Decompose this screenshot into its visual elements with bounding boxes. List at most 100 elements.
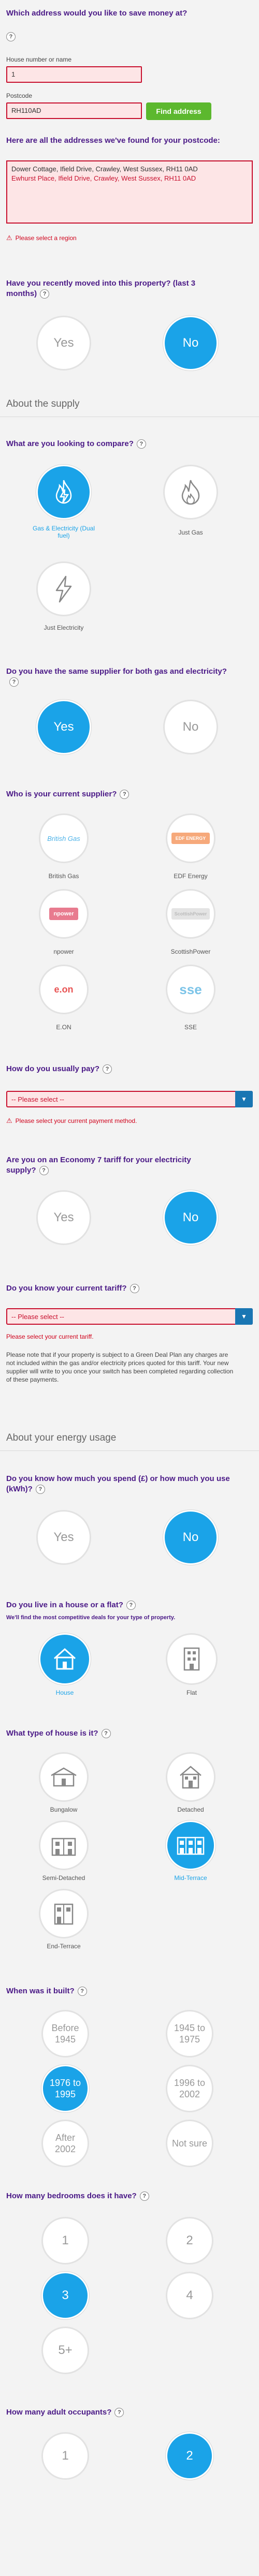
edf-label: EDF Energy: [174, 872, 208, 880]
scottishpower-label: ScottishPower: [170, 948, 211, 955]
help-icon[interactable]: ?: [136, 439, 146, 449]
spend-yes-button[interactable]: Yes: [36, 1510, 91, 1565]
built-1945-1975-option[interactable]: 1945 to 1975: [166, 2010, 213, 2057]
same-supplier-yes-button[interactable]: Yes: [36, 700, 91, 754]
tariff-question-text: Do you know your current tariff?: [6, 1284, 127, 1293]
built-1976-1995-option[interactable]: 1976 to 1995: [41, 2065, 89, 2112]
bungalow-option[interactable]: [39, 1752, 89, 1802]
scottishpower-option[interactable]: ScottishPower: [166, 889, 215, 939]
help-icon[interactable]: ?: [120, 790, 130, 800]
detached-option[interactable]: [166, 1752, 215, 1802]
npower-label: npower: [53, 948, 74, 955]
help-icon[interactable]: ?: [101, 1729, 111, 1739]
built-1996-2002-option[interactable]: 1996 to 2002: [166, 2065, 213, 2112]
tariff-select-value: -- Please select --: [11, 1313, 64, 1321]
occupants-question: How many adult occupants??: [6, 2407, 253, 2418]
moved-no-button[interactable]: No: [163, 316, 218, 371]
find-address-button[interactable]: Find address: [146, 102, 211, 120]
help-icon[interactable]: ?: [9, 677, 19, 687]
address-option[interactable]: Dower Cottage, Ifield Drive, Crawley, We…: [11, 165, 248, 174]
british-gas-option[interactable]: British Gas: [39, 813, 89, 863]
supplier-question: Who is your current supplier??: [6, 789, 253, 800]
built-not-sure-option[interactable]: Not sure: [166, 2120, 213, 2167]
address-option[interactable]: Ewhurst Place, Ifield Drive, Crawley, We…: [11, 174, 248, 183]
npower-option[interactable]: npower: [39, 889, 89, 939]
region-error: ⚠ Please select a region: [6, 234, 77, 242]
just-electricity-option[interactable]: [36, 561, 91, 616]
edf-logo: EDF ENERGY: [171, 833, 210, 844]
end-terrace-option[interactable]: [39, 1889, 89, 1938]
bedrooms-2-option[interactable]: 2: [166, 2217, 213, 2264]
sse-option[interactable]: sse: [166, 965, 215, 1014]
payment-select[interactable]: -- Please select -- ▼: [6, 1091, 253, 1107]
sse-label: SSE: [184, 1024, 197, 1031]
bungalow-label: Bungalow: [50, 1806, 78, 1813]
built-option-label: 1976 to 1995: [49, 2078, 81, 2099]
sse-logo: sse: [179, 981, 202, 997]
economy7-no-button[interactable]: No: [163, 1190, 218, 1245]
found-heading: Here are all the addresses we've found f…: [6, 136, 220, 145]
semi-detached-option[interactable]: [39, 1820, 89, 1870]
just-gas-label: Just Gas: [178, 529, 203, 536]
help-icon[interactable]: ?: [114, 2408, 124, 2418]
flat-option[interactable]: [166, 1633, 218, 1685]
bedrooms-5plus-option[interactable]: 5+: [41, 2327, 89, 2374]
end-terrace-label: End-Terrace: [47, 1943, 81, 1950]
same-supplier-question: Do you have the same supplier for both g…: [6, 667, 228, 687]
occupants-1-option[interactable]: 1: [41, 2432, 89, 2480]
flat-icon: [183, 1647, 200, 1671]
payment-question-text: How do you usually pay?: [6, 1064, 100, 1073]
bungalow-icon: [51, 1767, 77, 1787]
built-question-text: When was it built?: [6, 1987, 75, 1995]
help-icon[interactable]: ?: [126, 1601, 136, 1610]
house-number-input[interactable]: 1: [6, 66, 142, 83]
help-icon[interactable]: ?: [6, 32, 16, 41]
british-gas-label: British Gas: [48, 872, 79, 880]
supplier-question-text: Who is your current supplier?: [6, 790, 117, 798]
help-icon[interactable]: ?: [139, 2192, 149, 2201]
built-question: When was it built??: [6, 1986, 253, 1996]
bedrooms-3-option[interactable]: 3: [41, 2272, 89, 2319]
occupants-2-option[interactable]: 2: [166, 2432, 213, 2480]
help-icon[interactable]: ?: [35, 1485, 45, 1494]
bedrooms-4-option[interactable]: 4: [166, 2272, 213, 2319]
spend-no-button[interactable]: No: [163, 1510, 218, 1565]
address-list[interactable]: Dower Cottage, Ifield Drive, Crawley, We…: [6, 160, 253, 224]
house-flat-question-text: Do you live in a house or a flat?: [6, 1601, 123, 1609]
address-question-text: Which address would you like to save mon…: [6, 9, 188, 18]
help-icon[interactable]: ?: [77, 1987, 87, 1996]
bedrooms-1-option[interactable]: 1: [41, 2217, 89, 2264]
region-error-text: Please select a region: [15, 234, 77, 242]
same-supplier-no-button[interactable]: No: [163, 700, 218, 754]
payment-question: How do you usually pay??: [6, 1064, 253, 1074]
eon-option[interactable]: e.on: [39, 965, 89, 1014]
dual-fuel-option[interactable]: [36, 465, 91, 520]
moved-question: Have you recently moved into this proper…: [6, 278, 218, 299]
economy7-yes-button[interactable]: Yes: [36, 1190, 91, 1245]
just-electricity-label: Just Electricity: [44, 624, 84, 631]
edf-option[interactable]: EDF ENERGY: [166, 813, 215, 863]
warning-icon: ⚠: [6, 234, 12, 242]
help-icon[interactable]: ?: [39, 1166, 49, 1176]
just-gas-option[interactable]: [163, 465, 218, 520]
house-label: House number or name: [6, 56, 72, 63]
eon-label: E.ON: [56, 1024, 71, 1031]
house-option[interactable]: [39, 1633, 91, 1685]
built-after-2002-option[interactable]: After 2002: [41, 2120, 89, 2167]
mid-terrace-option[interactable]: [166, 1820, 215, 1870]
moved-yes-button[interactable]: Yes: [36, 316, 91, 371]
green-deal-note: Please note that if your property is sub…: [6, 1351, 234, 1383]
tariff-select[interactable]: -- Please select -- ▼: [6, 1308, 253, 1325]
semi-detached-icon: [51, 1838, 76, 1856]
postcode-input[interactable]: RH110AD: [6, 102, 142, 119]
help-icon[interactable]: ?: [40, 289, 50, 299]
spend-question: Do you know how much you spend (£) or ho…: [6, 1474, 238, 1494]
built-option-label: 1996 to 2002: [174, 2078, 206, 2099]
built-before-1945-option[interactable]: Before 1945: [41, 2010, 89, 2057]
supply-section-title: About the supply: [0, 398, 259, 417]
chevron-down-icon[interactable]: ▼: [235, 1091, 253, 1107]
help-icon[interactable]: ?: [130, 1284, 139, 1294]
chevron-down-icon[interactable]: ▼: [235, 1308, 253, 1325]
help-icon[interactable]: ?: [103, 1064, 112, 1074]
payment-error: ⚠ Please select your current payment meth…: [6, 1117, 137, 1125]
